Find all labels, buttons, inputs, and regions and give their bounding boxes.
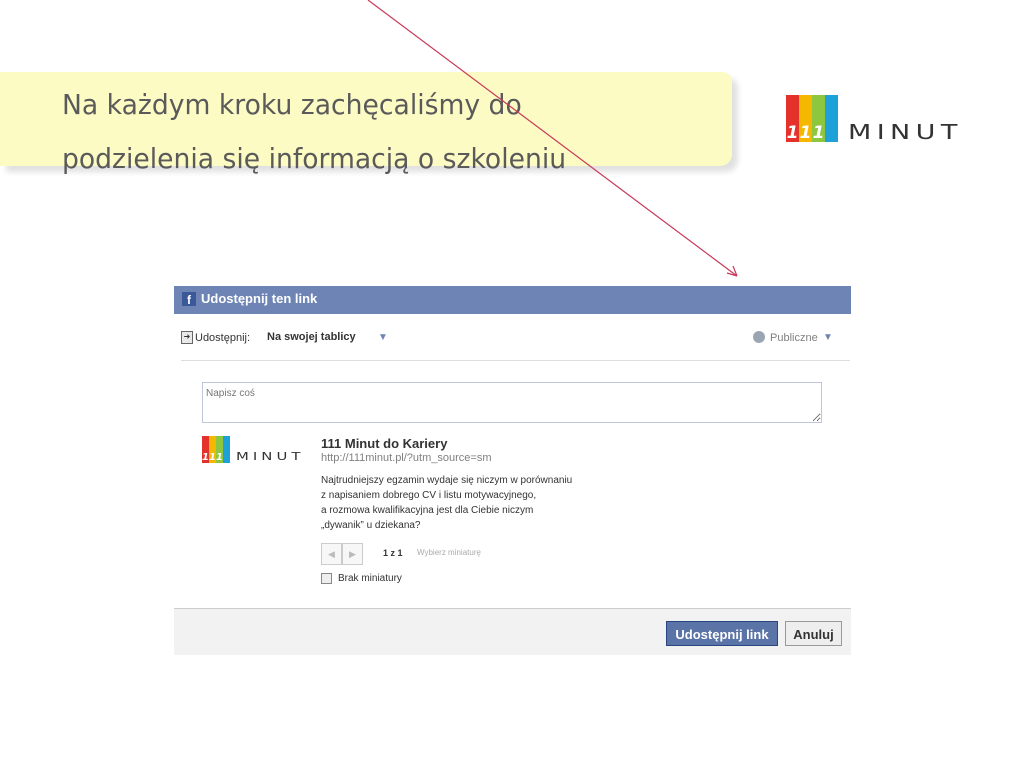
logo-wordmark: MINUT	[236, 450, 305, 463]
facebook-icon: f	[182, 292, 196, 307]
divider	[181, 360, 850, 361]
logo-bars: 1 1 1	[786, 95, 838, 142]
logo-bars: 1 1 1	[202, 436, 230, 463]
cancel-button[interactable]: Anuluj	[785, 621, 842, 646]
logo-bar: 1	[786, 95, 799, 142]
share-dialog: f Udostępnij ten link ➜ Udostępnij: Na s…	[174, 286, 851, 655]
dialog-header: f Udostępnij ten link	[174, 286, 851, 314]
share-target-row: ➜ Udostępnij: Na swojej tablicy ▼ Public…	[181, 331, 841, 347]
share-link-button[interactable]: Udostępnij link	[666, 621, 778, 646]
pager-hint: Wybierz miniaturę	[417, 548, 481, 557]
description-line: z napisaniem dobrego CV i listu motywacy…	[321, 490, 537, 501]
logo-bar	[223, 436, 230, 463]
share-icon: ➜	[181, 331, 193, 344]
brand-logo: 1 1 1 MINUT	[786, 95, 957, 142]
logo-bar: 1	[799, 95, 812, 142]
description-line: a rozmowa kwalifikacyjna jest dla Ciebie…	[321, 505, 534, 516]
globe-icon	[753, 331, 765, 343]
privacy-select[interactable]: Publiczne	[770, 332, 818, 344]
no-thumbnail-checkbox[interactable]	[321, 573, 332, 584]
next-arrow-icon[interactable]: ▶	[342, 543, 363, 565]
no-thumbnail-label[interactable]: Brak miniatury	[338, 573, 402, 584]
description-line: Najtrudniejszy egzamin wydaje się niczym…	[321, 475, 573, 486]
share-target-select[interactable]: Na swojej tablicy	[267, 331, 356, 343]
chevron-down-icon[interactable]: ▼	[378, 332, 388, 343]
dialog-title: Udostępnij ten link	[201, 291, 318, 306]
logo-bar	[825, 95, 838, 142]
logo-bar: 1	[216, 436, 223, 463]
pager-count: 1 z 1	[383, 548, 403, 558]
message-input[interactable]	[202, 382, 822, 423]
share-label: Udostępnij:	[195, 332, 251, 344]
chevron-down-icon[interactable]: ▼	[823, 332, 833, 343]
link-title[interactable]: 111 Minut do Kariery	[321, 436, 447, 451]
link-description[interactable]: Najtrudniejszy egzamin wydaje się niczym…	[321, 473, 621, 533]
preview-thumbnail-logo: 1 1 1 MINUT	[202, 436, 300, 463]
prev-arrow-icon[interactable]: ◀	[321, 543, 342, 565]
logo-bar: 1	[209, 436, 216, 463]
logo-wordmark: MINUT	[848, 120, 963, 144]
dialog-footer: Udostępnij link Anuluj	[174, 608, 851, 655]
link-url: http://111minut.pl/?utm_source=sm	[321, 452, 492, 464]
logo-bar: 1	[202, 436, 209, 463]
pointer-arrow	[367, 0, 738, 277]
logo-bar: 1	[812, 95, 825, 142]
description-line: „dywanik” u dziekana?	[321, 520, 421, 531]
